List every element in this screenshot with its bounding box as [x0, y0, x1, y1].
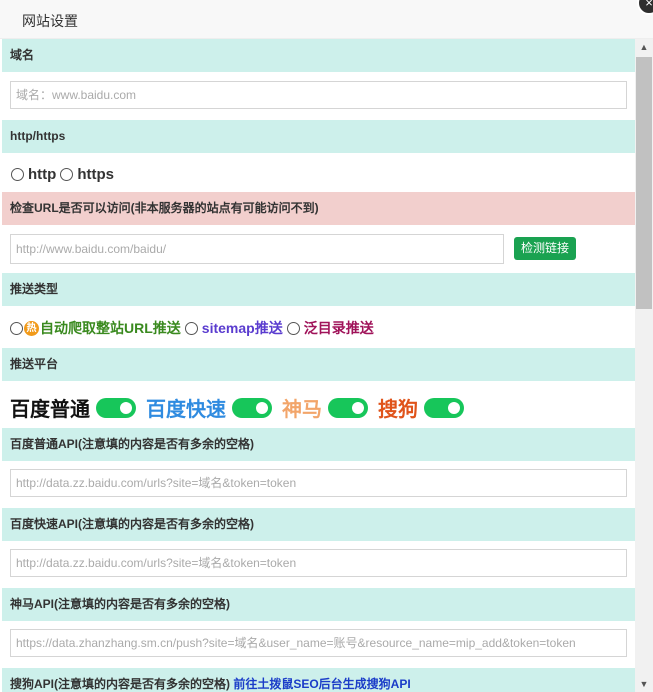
- toggle-knob: [120, 401, 132, 414]
- baidu-normal-api-section: [2, 461, 635, 508]
- check-link-button[interactable]: 检测链接: [514, 237, 577, 260]
- protocol-label: http/https: [2, 120, 635, 153]
- domain-input[interactable]: [10, 81, 627, 109]
- push-type-options: 热 自动爬取整站URL推送 sitemap推送 泛目录推送: [10, 318, 378, 338]
- http-label[interactable]: http: [28, 166, 56, 183]
- shenma-api-input[interactable]: [10, 629, 627, 657]
- platforms-section: 百度普通 百度快速 神马 搜狗: [2, 381, 635, 428]
- dialog-titlebar: 网站设置: [0, 0, 653, 39]
- baidu-fast-api-label: 百度快速API(注意填的内容是否有多余的空格): [2, 508, 635, 541]
- auto-crawl-radio[interactable]: [10, 321, 23, 335]
- platform-toggles: 百度普通 百度快速 神马 搜狗: [10, 393, 474, 422]
- settings-dialog: 网站设置 × 域名 http/https http https 检查URL是否可…: [0, 0, 653, 692]
- protocol-options: http https: [11, 166, 118, 183]
- auto-crawl-label[interactable]: 自动爬取整站URL推送: [40, 318, 181, 338]
- platform-shenma-label: 神马: [282, 399, 322, 421]
- check-url-section: 检测链接: [2, 225, 635, 273]
- sogou-api-header: 搜狗API(注意填的内容是否有多余的空格) 前往土拨鼠SEO后台生成搜狗API: [2, 668, 635, 692]
- toggle-knob: [256, 401, 268, 414]
- scroll-up-icon[interactable]: ▲: [635, 39, 653, 55]
- baidu-fast-api-section: [2, 541, 635, 588]
- dialog-content: 域名 http/https http https 检查URL是否可以访问(非本服…: [2, 39, 635, 692]
- scroll-down-icon[interactable]: ▼: [635, 676, 653, 692]
- baidu-fast-api-input[interactable]: [10, 549, 627, 577]
- push-type-section: 热 自动爬取整站URL推送 sitemap推送 泛目录推送: [2, 306, 635, 348]
- scroll-thumb[interactable]: [636, 57, 652, 309]
- check-url-input[interactable]: [10, 234, 504, 264]
- sogou-api-link[interactable]: 前往土拨鼠SEO后台生成搜狗API: [233, 677, 410, 691]
- platform-sogou-label: 搜狗: [378, 399, 418, 421]
- pan-directory-label[interactable]: 泛目录推送: [304, 318, 374, 338]
- baidu-normal-api-label: 百度普通API(注意填的内容是否有多余的空格): [2, 428, 635, 461]
- platform-baidu-fast-label: 百度快速: [146, 399, 226, 421]
- https-radio[interactable]: [60, 168, 74, 181]
- platforms-label: 推送平台: [2, 348, 635, 381]
- domain-label: 域名: [2, 39, 635, 72]
- hot-icon: 热: [24, 320, 39, 336]
- baidu-fast-toggle[interactable]: [232, 397, 272, 418]
- pan-directory-radio[interactable]: [286, 321, 300, 335]
- shenma-api-label: 神马API(注意填的内容是否有多余的空格): [2, 588, 635, 621]
- toggle-knob: [448, 401, 460, 414]
- shenma-toggle[interactable]: [328, 397, 368, 418]
- push-type-label: 推送类型: [2, 273, 635, 306]
- http-radio[interactable]: [11, 168, 24, 181]
- sitemap-label[interactable]: sitemap推送: [202, 318, 283, 338]
- vertical-scrollbar[interactable]: ▲ ▼: [635, 39, 653, 692]
- baidu-normal-toggle[interactable]: [96, 397, 136, 418]
- dialog-title: 网站设置: [22, 13, 78, 29]
- domain-section: [2, 72, 635, 120]
- check-url-label: 检查URL是否可以访问(非本服务器的站点有可能访问不到): [2, 192, 635, 225]
- baidu-normal-api-input[interactable]: [10, 469, 627, 497]
- platform-baidu-normal-label: 百度普通: [10, 399, 90, 421]
- protocol-section: http https: [2, 153, 635, 192]
- https-label[interactable]: https: [77, 166, 114, 183]
- sogou-toggle[interactable]: [424, 397, 464, 418]
- sitemap-radio[interactable]: [184, 321, 198, 335]
- sogou-api-label: 搜狗API(注意填的内容是否有多余的空格): [10, 677, 230, 691]
- toggle-knob: [352, 401, 364, 414]
- shenma-api-section: [2, 621, 635, 668]
